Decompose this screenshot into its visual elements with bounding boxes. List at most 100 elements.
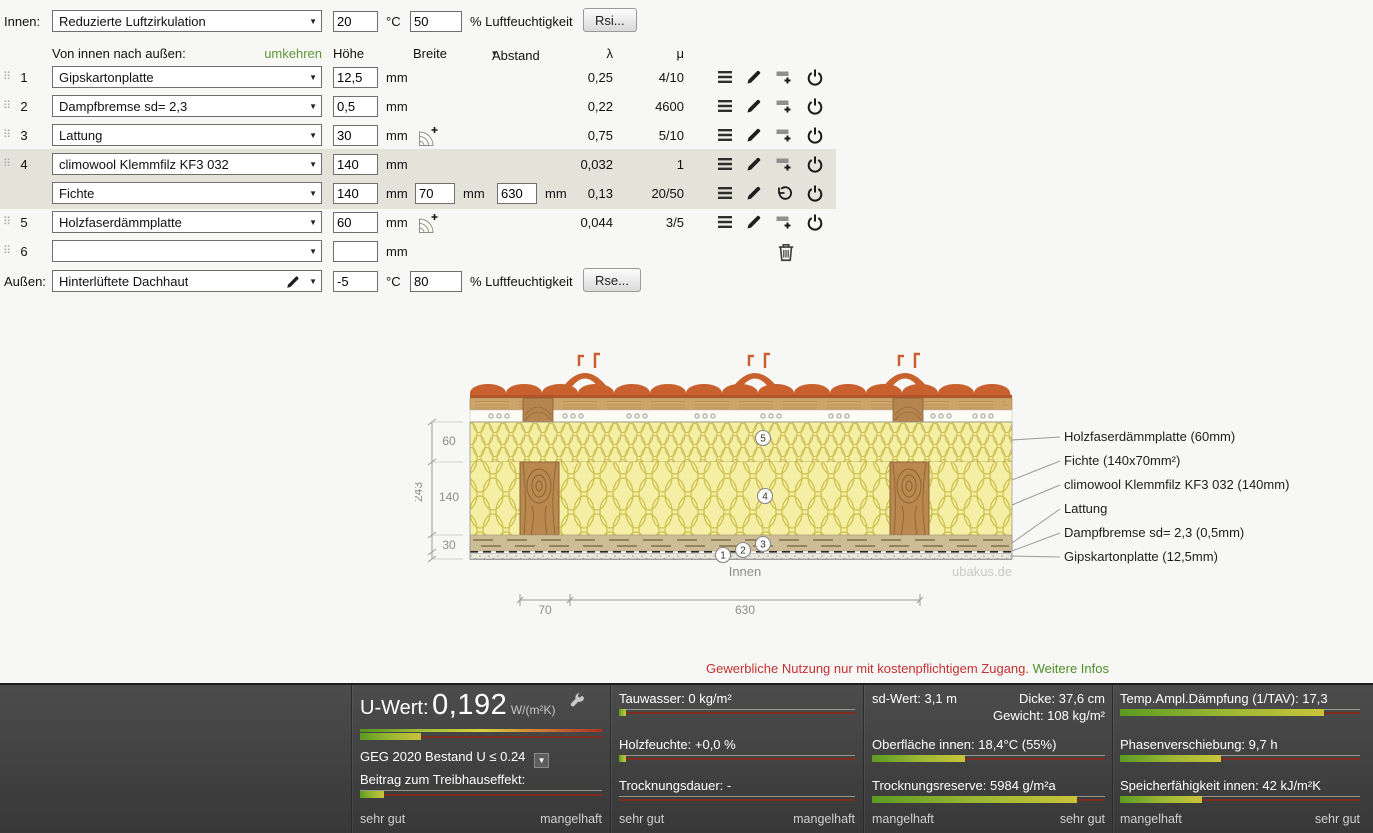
speicher-label: Speicherfähigkeit innen: 42 kJ/m²K — [1120, 778, 1360, 797]
mu-value: 4600 — [620, 99, 684, 114]
layer-height-input[interactable] — [333, 212, 378, 233]
layer-width-input[interactable] — [415, 183, 455, 204]
layer-material-value: Lattung — [59, 128, 102, 143]
panel-divider — [351, 685, 352, 833]
mu-value: 4/10 — [620, 70, 684, 85]
insert-layer-icon[interactable] — [775, 97, 795, 117]
trash-icon[interactable] — [775, 241, 797, 263]
outer-humidity-label: % Luftfeuchtigkeit — [470, 274, 573, 289]
inner-material-select[interactable]: Reduzierte Luftzirkulation ▼ — [52, 10, 322, 32]
wood-section-icon[interactable] — [417, 212, 439, 234]
watermark: ubakus.de — [952, 564, 1012, 579]
toggle-layer-power-icon[interactable] — [806, 213, 826, 233]
layer-height-input[interactable] — [333, 67, 378, 88]
chevron-down-icon: ▼ — [309, 247, 317, 256]
toggle-layer-power-icon[interactable] — [806, 184, 826, 204]
tauwasser-label: Tauwasser: 0 kg/m² — [619, 691, 855, 710]
inner-temperature-input[interactable] — [333, 11, 378, 32]
scale-good-label: sehr gut — [619, 812, 664, 826]
lambda-value: 0,044 — [533, 215, 613, 230]
wrench-icon[interactable] — [569, 693, 585, 712]
edit-pencil-icon[interactable] — [745, 155, 765, 175]
layer-menu-icon[interactable] — [716, 213, 736, 233]
outer-material-select[interactable]: Hinterlüftete Dachhaut ▼ — [52, 270, 322, 292]
insert-layer-icon[interactable] — [775, 213, 795, 233]
quality-scale: sehr gut mangelhaft — [619, 812, 855, 826]
edit-pencil-icon[interactable] — [745, 213, 765, 233]
layer-height-input[interactable] — [333, 125, 378, 146]
layer-number: 6 — [16, 244, 32, 259]
lambda-value: 0,75 — [533, 128, 613, 143]
drag-handle-icon[interactable]: ⠿ — [3, 130, 11, 141]
insert-layer-icon[interactable] — [775, 126, 795, 146]
insert-layer-icon[interactable] — [775, 68, 795, 88]
layer-material-select[interactable]: Dampfbremse sd= 2,3 ▼ — [52, 95, 322, 117]
drag-handle-icon[interactable]: ⠿ — [3, 159, 11, 170]
drag-handle-icon[interactable]: ⠿ — [3, 72, 11, 83]
layer-height-input[interactable] — [333, 241, 378, 262]
edit-pencil-icon[interactable] — [745, 68, 765, 88]
rsi-button[interactable]: Rsi... — [583, 8, 637, 32]
toggle-layer-power-icon[interactable] — [806, 126, 826, 146]
insert-layer-icon[interactable] — [775, 155, 795, 175]
sd-wert-label: sd-Wert: 3,1 m — [872, 691, 957, 706]
uwert-unit: W/(m²K) — [511, 703, 556, 717]
edit-pencil-icon[interactable] — [745, 97, 765, 117]
reverse-direction-link[interactable]: umkehren — [52, 46, 322, 61]
mm-label: mm — [386, 70, 408, 85]
geg-standard-label: GEG 2020 Bestand U ≤ 0.24 — [360, 749, 525, 764]
layer-spacing-input[interactable] — [497, 183, 537, 204]
rse-button[interactable]: Rse... — [583, 268, 641, 292]
edit-pencil-icon[interactable] — [285, 274, 301, 290]
chevron-down-icon: ▼ — [309, 102, 317, 111]
layer-menu-icon[interactable] — [716, 126, 736, 146]
edit-pencil-icon[interactable] — [745, 126, 765, 146]
drag-handle-icon[interactable]: ⠿ — [3, 246, 11, 257]
drag-handle-icon[interactable]: ⠿ — [3, 101, 11, 112]
layer-menu-icon[interactable] — [716, 97, 736, 117]
undo-icon[interactable] — [775, 184, 795, 204]
layer-marker: 3 — [756, 537, 771, 552]
layer-material-select[interactable]: ▼ — [52, 240, 322, 262]
roof-tiles-layer — [470, 354, 1012, 398]
weitere-infos-link[interactable]: Weitere Infos — [1033, 661, 1109, 676]
outer-temperature-input[interactable] — [333, 271, 378, 292]
callout-lattung: Lattung — [1064, 501, 1107, 517]
chevron-down-icon: ▼ — [309, 218, 317, 227]
layer-material-select[interactable]: Fichte ▼ — [52, 182, 322, 204]
layer-height-input[interactable] — [333, 183, 378, 204]
lambda-value: 0,22 — [533, 99, 613, 114]
toggle-layer-power-icon[interactable] — [806, 155, 826, 175]
geg-dropdown[interactable]: ▼ — [534, 753, 549, 768]
chevron-down-icon: ▼ — [309, 277, 317, 286]
dicke-label: Dicke: 37,6 cm — [1019, 691, 1105, 706]
chevron-down-icon: ▼ — [309, 17, 317, 26]
edit-pencil-icon[interactable] — [745, 184, 765, 204]
trocknungsreserve-label: Trocknungsreserve: 5984 g/m²a — [872, 778, 1105, 797]
layer-menu-icon[interactable] — [716, 68, 736, 88]
layer-row-5: ⠿ 5 Holzfaserdämmplatte ▼ mm 0,044 3/5 — [0, 209, 840, 238]
layer-height-input[interactable] — [333, 96, 378, 117]
wood-section-icon[interactable] — [417, 125, 439, 147]
outer-humidity-input[interactable] — [410, 271, 462, 292]
co2-meter — [360, 791, 602, 798]
layer-height-input[interactable] — [333, 154, 378, 175]
daempfung-meter — [1120, 709, 1360, 716]
commercial-notice: Gewerbliche Nutzung nur mit kostenpflich… — [706, 661, 1109, 676]
panel-divider — [610, 685, 611, 833]
layer-material-select[interactable]: Holzfaserdämmplatte ▼ — [52, 211, 322, 233]
layer-row-6: ⠿ 6 ▼ mm — [0, 238, 840, 267]
layer-material-select[interactable]: Gipskartonplatte ▼ — [52, 66, 322, 88]
inner-humidity-input[interactable] — [410, 11, 462, 32]
phase-meter — [1120, 755, 1360, 762]
drag-handle-icon[interactable]: ⠿ — [3, 217, 11, 228]
layer-menu-icon[interactable] — [716, 184, 736, 204]
toggle-layer-power-icon[interactable] — [806, 97, 826, 117]
svg-text:5: 5 — [760, 434, 766, 445]
layer-material-select[interactable]: Lattung ▼ — [52, 124, 322, 146]
layer-material-select[interactable]: climowool Klemmfilz KF3 032 ▼ — [52, 153, 322, 175]
callout-dampfbremse: Dampfbremse sd= 2,3 (0,5mm) — [1064, 525, 1244, 541]
toggle-layer-power-icon[interactable] — [806, 68, 826, 88]
dimensions-bottom — [517, 594, 923, 606]
layer-menu-icon[interactable] — [716, 155, 736, 175]
